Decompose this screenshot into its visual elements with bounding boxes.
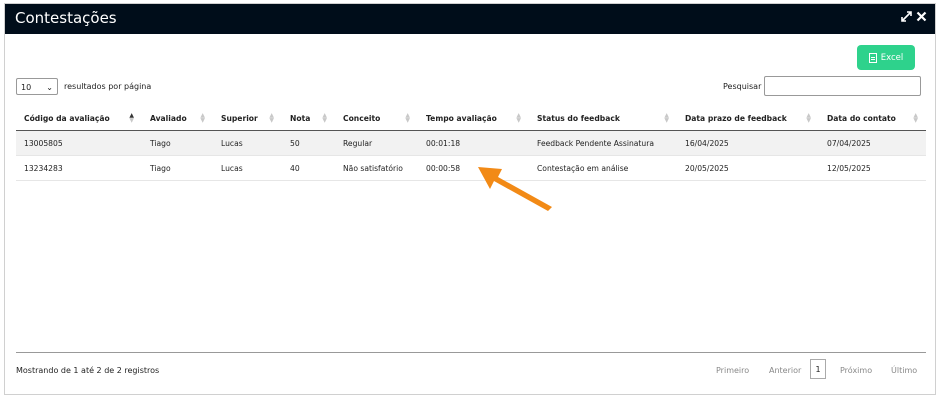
excel-button[interactable]: Excel: [857, 45, 915, 70]
sort-icon: ▲ ▼: [200, 112, 205, 124]
cell-avaliado: Tiago: [142, 155, 213, 181]
modal-header: Contestações: [5, 4, 935, 34]
column-header-data-contato[interactable]: Data do contato ▲ ▼: [819, 106, 926, 131]
pagination-last[interactable]: Último: [891, 366, 917, 375]
table-row[interactable]: 13005805 Tiago Lucas 50 Regular 00:01:18…: [16, 130, 926, 156]
cell-tempo: 00:01:18: [418, 130, 529, 156]
expand-icon[interactable]: [901, 11, 912, 26]
excel-label: Excel: [880, 52, 904, 63]
cell-conceito: Regular: [335, 130, 418, 156]
cell-data-contato: 07/04/2025: [819, 130, 926, 156]
cell-nota: 50: [282, 130, 335, 156]
column-header-tempo[interactable]: Tempo avaliação ▲ ▼: [418, 106, 529, 131]
column-header-conceito[interactable]: Conceito ▲ ▼: [335, 106, 418, 131]
pagination-first[interactable]: Primeiro: [716, 366, 749, 375]
column-header-avaliado[interactable]: Avaliado ▲ ▼: [142, 106, 213, 131]
sort-icon: ▲ ▼: [664, 112, 669, 124]
document-icon: [868, 52, 877, 63]
sort-icon: ▲ ▼: [129, 112, 134, 124]
page-size-select[interactable]: 10 ⌄: [16, 78, 58, 95]
sort-icon: ▲ ▼: [806, 112, 811, 124]
sort-icon: ▲ ▼: [269, 112, 274, 124]
column-header-codigo[interactable]: Código da avaliação ▲ ▼: [16, 106, 142, 131]
cell-superior: Lucas: [213, 130, 282, 156]
cell-codigo: 13005805: [16, 130, 142, 156]
cell-data-prazo: 16/04/2025: [677, 130, 819, 156]
search-label: Pesquisar: [723, 82, 762, 91]
page-size-value: 10: [21, 83, 32, 92]
column-header-superior[interactable]: Superior ▲ ▼: [213, 106, 282, 131]
column-header-data-prazo[interactable]: Data prazo de feedback ▲ ▼: [677, 106, 819, 131]
pagination-current-page[interactable]: 1: [810, 359, 826, 379]
table-header-row: Código da avaliação ▲ ▼ Avaliado ▲ ▼ Superio…: [16, 106, 926, 131]
sort-icon: ▲ ▼: [405, 112, 410, 124]
pagination-previous[interactable]: Anterior: [769, 366, 801, 375]
search-input[interactable]: [764, 76, 921, 96]
cell-data-contato: 12/05/2025: [819, 155, 926, 181]
cell-superior: Lucas: [213, 155, 282, 181]
modal-title: Contestações: [15, 9, 117, 27]
column-header-status[interactable]: Status do feedback ▲ ▼: [529, 106, 677, 131]
cell-status: Feedback Pendente Assinatura: [529, 130, 677, 156]
chevron-down-icon: ⌄: [46, 83, 53, 92]
cell-codigo: 13234283: [16, 155, 142, 181]
sort-icon: ▲ ▼: [516, 112, 521, 124]
page-size-label: resultados por página: [64, 82, 152, 91]
table-info: Mostrando de 1 até 2 de 2 registros: [16, 366, 160, 375]
cell-conceito: Não satisfatório: [335, 155, 418, 181]
pagination-next[interactable]: Próximo: [840, 366, 872, 375]
cell-avaliado: Tiago: [142, 130, 213, 156]
sort-icon: ▲ ▼: [913, 112, 918, 124]
annotation-arrow-icon: [478, 167, 552, 211]
cell-nota: 40: [282, 155, 335, 181]
column-header-nota[interactable]: Nota ▲ ▼: [282, 106, 335, 131]
close-icon[interactable]: [916, 11, 927, 26]
sort-icon: ▲ ▼: [322, 112, 327, 124]
footer-divider: [16, 352, 926, 353]
cell-data-prazo: 20/05/2025: [677, 155, 819, 181]
